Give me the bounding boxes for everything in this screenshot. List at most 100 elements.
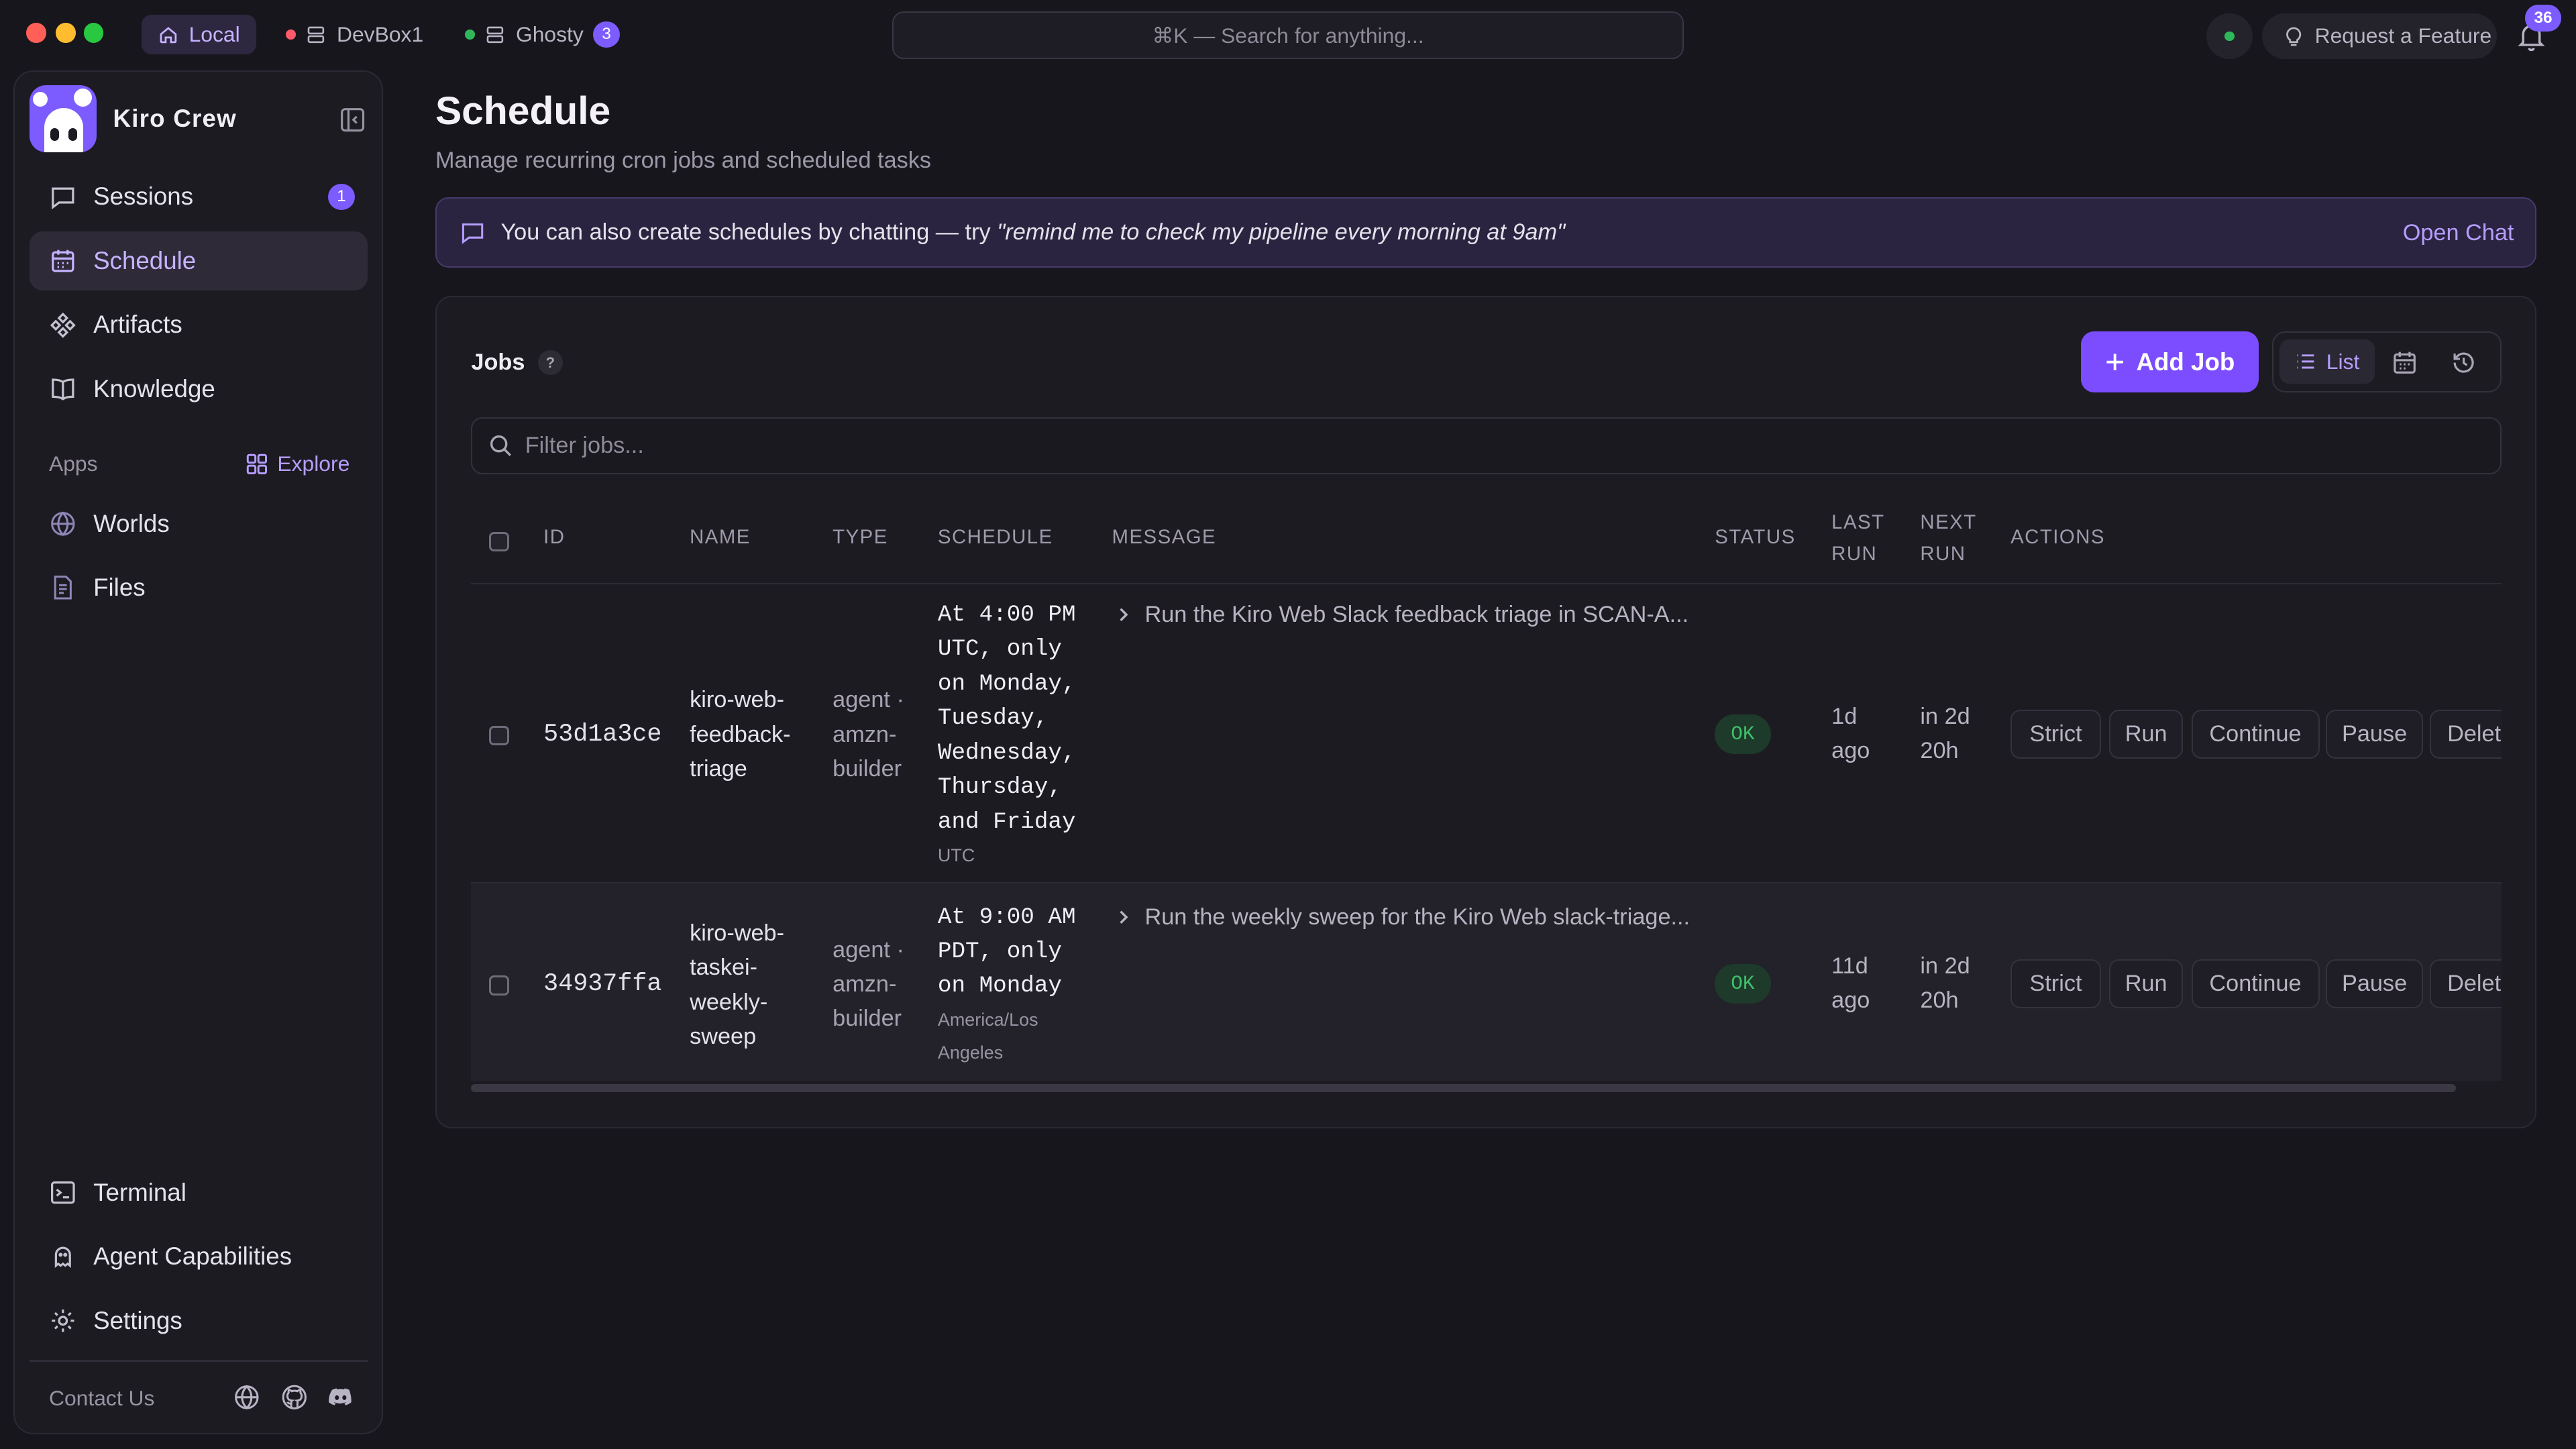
col-header-name: NAME xyxy=(690,526,751,549)
sidebar-item-files[interactable]: Files xyxy=(30,558,368,617)
help-icon[interactable]: ? xyxy=(537,350,563,376)
add-job-label: Add Job xyxy=(2136,347,2235,376)
next-run-line: in 2d xyxy=(1920,703,1970,729)
tab-devbox1[interactable]: DevBox1 xyxy=(270,15,440,54)
window-maximize-button[interactable] xyxy=(83,23,104,43)
explore-link[interactable]: Explore xyxy=(246,451,350,476)
schedule-line: At 9:00 AM xyxy=(937,904,1076,930)
job-next-run: in 2d 20h xyxy=(1920,949,1970,1018)
schedule-timezone: America/Los xyxy=(937,1009,1038,1030)
connection-status-button[interactable] xyxy=(2206,13,2253,60)
col-header-status: STATUS xyxy=(1715,526,1796,549)
col-header-next-run: NEXT RUN xyxy=(1920,507,1976,570)
chevron-right-icon xyxy=(1120,608,1128,622)
tab-ghosty[interactable]: Ghosty 3 xyxy=(449,15,637,54)
last-run-line: 11d xyxy=(1831,953,1868,979)
open-chat-link[interactable]: Open Chat xyxy=(2403,220,2514,246)
title-bar: Local DevBox1 Ghosty 3 ⌘K — Search for a… xyxy=(0,0,2576,69)
sidebar-item-schedule[interactable]: Schedule xyxy=(29,231,368,290)
gear-icon xyxy=(52,1309,74,1332)
delete-button[interactable]: Delete xyxy=(2429,959,2502,1009)
window-minimize-button[interactable] xyxy=(56,23,76,43)
job-message[interactable]: Run the weekly sweep for the Kiro Web sl… xyxy=(1115,900,1690,934)
strict-button[interactable]: Strict xyxy=(2010,709,2101,759)
select-all-checkbox[interactable] xyxy=(489,532,509,552)
sessions-badge: 1 xyxy=(328,183,355,210)
ghost-logo-icon xyxy=(29,85,97,153)
job-next-run: in 2d 20h xyxy=(1920,700,1970,769)
job-name-line: taskei- xyxy=(690,955,758,981)
job-type: agent · amzn- builder xyxy=(833,683,904,786)
job-message[interactable]: Run the Kiro Web Slack feedback triage i… xyxy=(1115,598,1688,632)
status-dot xyxy=(465,30,475,40)
job-name[interactable]: kiro-web- taskei- weekly- sweep xyxy=(690,916,784,1055)
pause-button[interactable]: Pause xyxy=(2326,959,2423,1009)
col-header-message: MESSAGE xyxy=(1112,526,1217,549)
sidebar-item-terminal[interactable]: Terminal xyxy=(30,1163,368,1222)
github-icon[interactable] xyxy=(280,1383,309,1411)
list-view-button[interactable]: List xyxy=(2279,339,2375,384)
continue-button[interactable]: Continue xyxy=(2191,959,2320,1009)
run-button[interactable]: Run xyxy=(2109,709,2184,759)
next-run-line: 20h xyxy=(1920,987,1959,1014)
col-header-actions: ACTIONS xyxy=(2010,526,2105,549)
strict-button[interactable]: Strict xyxy=(2010,959,2101,1009)
run-button[interactable]: Run xyxy=(2109,959,2184,1009)
job-schedule: At 4:00 PM UTC, only on Monday, Tuesday,… xyxy=(938,598,1076,872)
sidebar-item-knowledge[interactable]: Knowledge xyxy=(30,360,368,419)
job-last-run: 1d ago xyxy=(1831,700,1870,769)
discord-icon[interactable] xyxy=(327,1383,355,1411)
request-feature-button[interactable]: Request a Feature xyxy=(2262,13,2498,60)
jobs-heading: Jobs ? xyxy=(471,350,563,376)
chat-hint-banner: You can also create schedules by chattin… xyxy=(435,197,2537,268)
globe-icon[interactable] xyxy=(233,1383,261,1411)
filter-jobs-field[interactable] xyxy=(471,417,2502,475)
sidebar-item-label: Settings xyxy=(93,1306,182,1334)
schedule-line: on Monday xyxy=(937,973,1062,1000)
continue-button[interactable]: Continue xyxy=(2191,709,2320,759)
sidebar-item-artifacts[interactable]: Artifacts xyxy=(30,295,368,354)
schedule-line: PDT, only xyxy=(937,938,1062,965)
add-job-button[interactable]: Add Job xyxy=(2081,331,2259,392)
globe-icon xyxy=(51,511,75,537)
tab-label: Local xyxy=(189,21,240,46)
status-dot xyxy=(2224,31,2235,42)
list-icon xyxy=(2297,354,2314,369)
home-icon xyxy=(160,26,177,43)
row-checkbox[interactable] xyxy=(489,725,509,746)
job-name-line: kiro-web- xyxy=(690,687,785,713)
horizontal-scrollbar[interactable] xyxy=(471,1082,2502,1094)
last-run-line: ago xyxy=(1831,738,1870,764)
apps-section-label: Apps xyxy=(49,451,98,476)
sidebar-item-settings[interactable]: Settings xyxy=(30,1291,368,1350)
tab-local[interactable]: Local xyxy=(141,15,257,54)
window-close-button[interactable] xyxy=(26,23,46,43)
pause-button[interactable]: Pause xyxy=(2326,709,2423,759)
col-header-last-run: LAST RUN xyxy=(1831,507,1884,570)
scrollbar-thumb[interactable] xyxy=(471,1083,2456,1093)
global-search[interactable]: ⌘K — Search for anything... xyxy=(892,11,1684,60)
last-run-line: ago xyxy=(1831,987,1870,1014)
schedule-timezone: UTC xyxy=(937,845,975,865)
components-icon xyxy=(50,312,76,338)
col-header-schedule: SCHEDULE xyxy=(937,526,1053,549)
calendar-view-icon[interactable] xyxy=(2392,350,2418,376)
contact-us-link[interactable]: Contact Us xyxy=(49,1386,154,1411)
sidebar-collapse-icon[interactable] xyxy=(339,107,366,133)
history-icon[interactable] xyxy=(2451,350,2477,376)
job-last-run: 11d ago xyxy=(1831,949,1870,1018)
tab-label: DevBox1 xyxy=(337,21,424,46)
job-name[interactable]: kiro-web- feedback- triage xyxy=(690,683,790,786)
delete-button[interactable]: Delete xyxy=(2429,709,2502,759)
sidebar-item-worlds[interactable]: Worlds xyxy=(30,494,368,553)
page-title: Schedule xyxy=(435,89,611,133)
banner-quote: "remind me to check my pipeline every mo… xyxy=(997,219,1566,246)
col-header-text: RUN xyxy=(1831,542,1878,565)
sidebar-item-sessions[interactable]: Sessions 1 xyxy=(30,167,368,226)
filter-jobs-input[interactable] xyxy=(525,432,2332,459)
col-header-type: TYPE xyxy=(833,526,888,549)
book-open-icon xyxy=(52,378,74,400)
row-checkbox[interactable] xyxy=(489,975,509,996)
brand[interactable]: Kiro Crew xyxy=(29,85,237,153)
sidebar-item-agent-capabilities[interactable]: Agent Capabilities xyxy=(30,1227,368,1286)
